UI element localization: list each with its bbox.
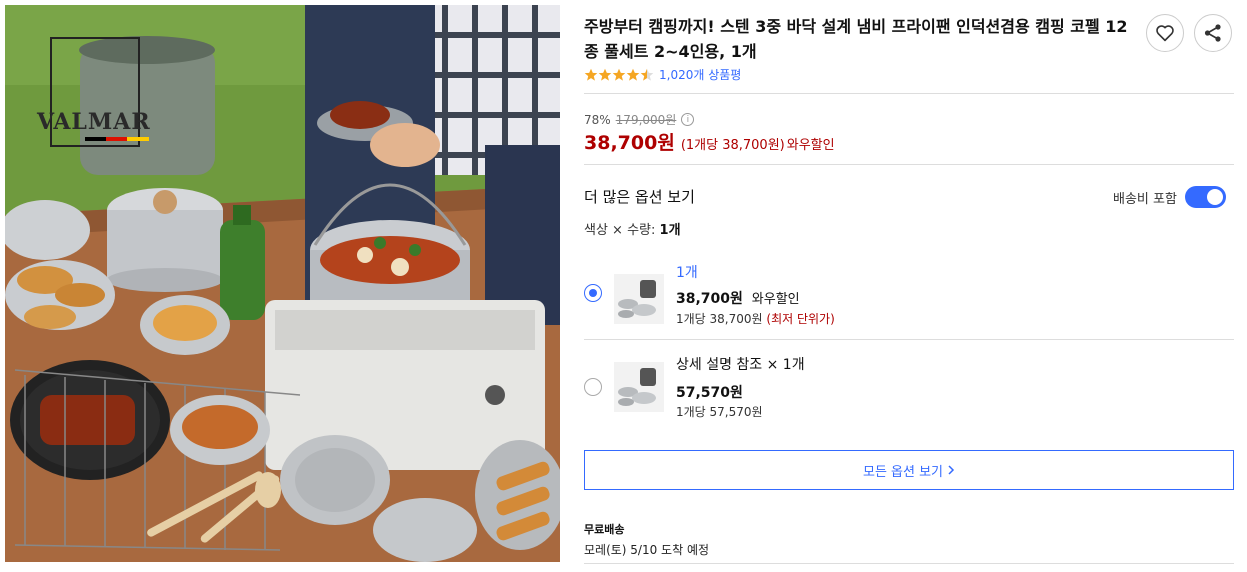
discount-row: 78% 179,000원 i [584,111,695,128]
option-unit-price: 1개당 38,700원 (최저 단위가) [676,310,835,327]
option-price-value: 38,700원 [676,291,743,307]
option-item[interactable]: 1개 38,700원 와우할인 1개당 38,700원 (최저 단위가) [584,256,1234,338]
toggle-switch[interactable] [1184,186,1226,208]
option-item[interactable]: 상세 설명 참조 × 1개 57,570원 1개당 57,570원 [584,340,1234,426]
product-title: 주방부터 캠핑까지! 스텐 3중 바닥 설계 냄비 프라이팬 인덕션겸용 캠핑 … [584,17,1128,61]
heart-icon [1156,25,1174,42]
option-wow-tag: 와우할인 [751,292,800,307]
view-all-options-label: 모든 옵션 보기 [862,464,944,480]
option-radio[interactable] [584,378,602,396]
share-button[interactable] [1194,14,1232,52]
free-shipping-label: 무료배송 [584,523,625,536]
option-thumbnail [614,362,664,412]
brand-flag-bar [85,137,149,141]
lowest-unit-note: (최저 단위가) [766,312,835,326]
more-options-heading: 더 많은 옵션 보기 [584,188,695,206]
unit-price-info: (1개당 38,700원) [680,138,785,153]
sale-price: 38,700원 [584,132,675,154]
star-full-icon [612,68,626,81]
view-all-options-button[interactable]: 모든 옵션 보기 [584,450,1234,490]
option-price: 38,700원 와우할인 [676,288,800,308]
discount-rate: 78% [584,112,611,127]
option-summary-label: 색상 × 수량: [584,223,656,238]
option-unit-value: 1개당 38,700원 [676,312,763,326]
cookware-thumbnail-icon [618,368,656,406]
wow-discount-badge: 와우할인 [786,138,835,153]
shipping-included-toggle[interactable]: 배송비 포함 [1113,186,1226,208]
product-image[interactable]: VALMAR [5,5,560,562]
star-rating [584,68,654,82]
star-full-icon [584,68,598,81]
review-count-link[interactable]: 1,020개 상품평 [659,66,741,83]
star-half-icon [640,68,654,81]
shipping-toggle-label: 배송비 포함 [1113,191,1177,207]
brand-logo: VALMAR [37,109,151,135]
share-icon [1204,24,1221,42]
info-icon[interactable]: i [681,113,695,126]
chevron-right-icon [948,465,955,475]
original-price: 179,000원 [615,113,677,127]
wishlist-button[interactable] [1146,14,1184,52]
option-summary: 색상 × 수량: 1개 [584,219,681,238]
rating-row[interactable]: 1,020개 상품평 [584,66,741,83]
star-full-icon [598,68,612,81]
divider [584,93,1234,94]
option-summary-value: 1개 [659,223,681,238]
option-price: 57,570원 [676,385,743,401]
arrival-date: 모레(토) 5/10 도착 예정 [584,543,710,557]
option-radio-selected[interactable] [584,284,602,302]
cookware-thumbnail-icon [618,280,656,318]
sale-price-row: 38,700원 (1개당 38,700원) 와우할인 [584,128,835,155]
option-name: 1개 [676,265,698,281]
star-full-icon [626,68,640,81]
option-unit-price: 1개당 57,570원 [676,405,763,419]
divider [584,563,1234,564]
option-thumbnail [614,274,664,324]
option-name: 상세 설명 참조 × 1개 [676,357,805,373]
divider [584,164,1234,165]
